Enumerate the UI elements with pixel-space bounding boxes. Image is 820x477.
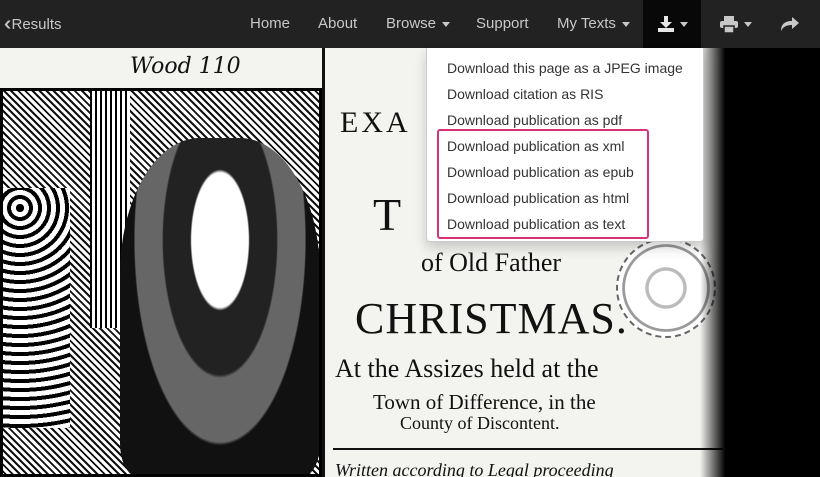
highlight-annotation-box: [437, 129, 649, 239]
title-line: Town of Difference, in the: [373, 390, 596, 414]
rule-line: [333, 448, 723, 450]
title-line: County of Discontent.: [400, 413, 560, 433]
caret-down-icon: [679, 21, 688, 27]
print-icon: [719, 15, 738, 33]
nav-browse[interactable]: Browse: [372, 0, 464, 48]
download-dropdown-menu: Download this page as a JPEG image Downl…: [426, 48, 704, 242]
title-line: Written according to Legal proceeding: [335, 460, 614, 477]
nav-about[interactable]: About: [304, 0, 371, 48]
download-dropdown-button[interactable]: [643, 0, 701, 48]
nav-browse-label: Browse: [386, 15, 437, 32]
caret-down-icon: [442, 21, 451, 27]
caret-down-icon: [743, 21, 752, 27]
download-icon: [657, 16, 674, 32]
back-label: Results: [11, 16, 62, 33]
woodcut-illustration: [0, 88, 322, 477]
back-to-results-link[interactable]: ‹‹ Results: [0, 0, 76, 48]
title-line: CHRISTMAS.: [355, 294, 628, 343]
nav-my-texts[interactable]: My Texts: [543, 0, 644, 48]
title-line: T: [373, 189, 402, 240]
share-icon: [781, 17, 799, 31]
share-button[interactable]: [770, 0, 810, 48]
title-line: of Old Father: [421, 248, 562, 277]
handwritten-note: Wood 110: [130, 54, 241, 79]
title-line: EXA: [340, 106, 411, 139]
nav-support[interactable]: Support: [462, 0, 543, 48]
double-chevron-left-icon: ‹‹: [4, 13, 13, 35]
menu-download-jpeg[interactable]: Download this page as a JPEG image: [427, 55, 703, 81]
page-edge-shadow: [700, 48, 728, 477]
caret-down-icon: [621, 21, 630, 27]
menu-download-ris[interactable]: Download citation as RIS: [427, 81, 703, 107]
top-navbar: ‹‹ Results Home About Browse Support My …: [0, 0, 820, 48]
nav-my-texts-label: My Texts: [557, 15, 616, 32]
title-line: At the Assizes held at the: [335, 354, 599, 383]
print-dropdown-button[interactable]: [705, 0, 765, 48]
nav-home[interactable]: Home: [236, 0, 304, 48]
